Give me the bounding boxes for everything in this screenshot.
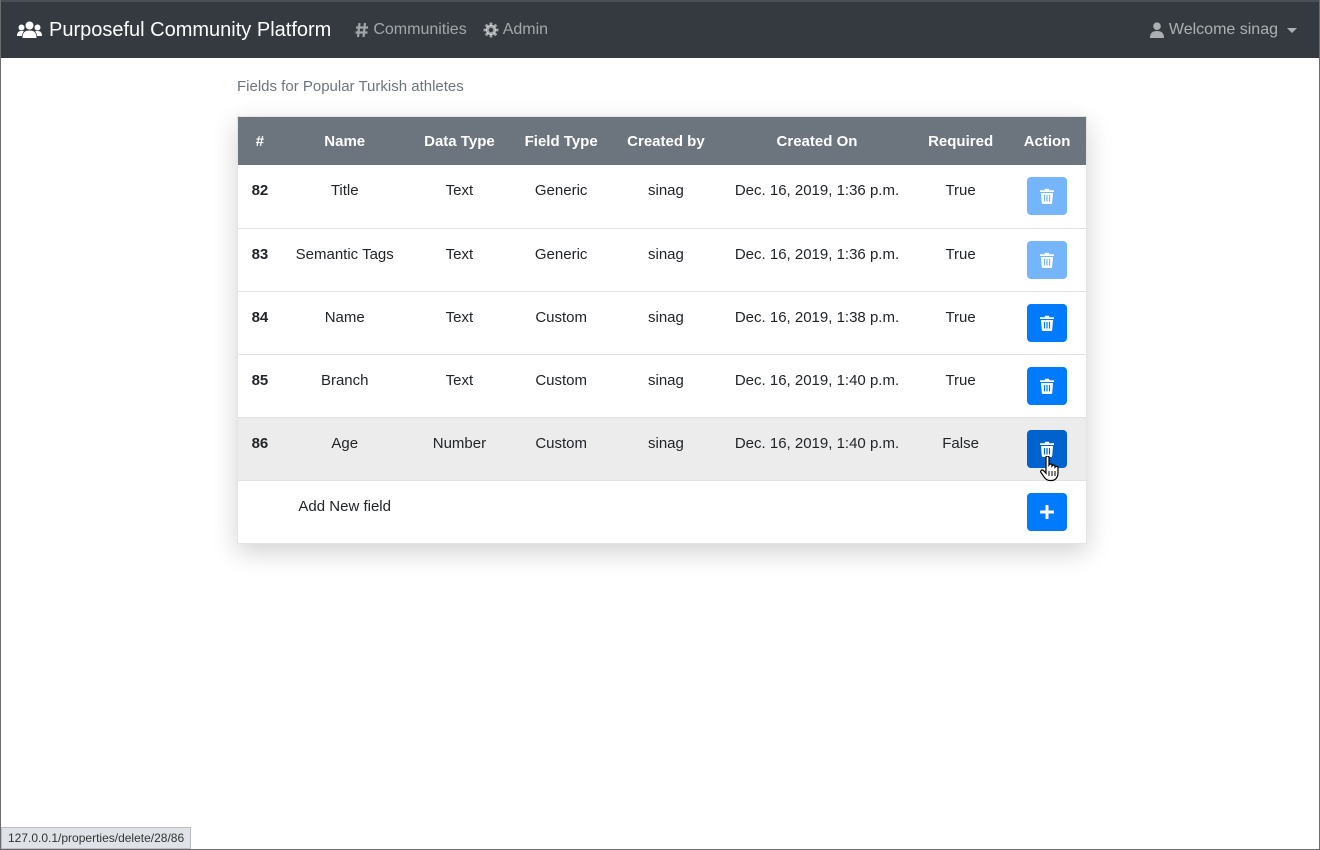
nav-admin-label: Admin <box>502 21 549 38</box>
row-name: Age <box>331 434 359 452</box>
table-row: 85 Branch Text Custom sinag Dec. 16, 201… <box>238 354 1086 417</box>
row-name: Semantic Tags <box>295 245 394 263</box>
row-action-cell <box>1008 291 1086 354</box>
add-row-filler <box>408 480 1009 543</box>
row-created-by: sinag <box>647 371 684 389</box>
add-field-row: Add New field <box>238 480 1086 543</box>
row-action-cell <box>1008 165 1086 228</box>
col-header-action: Action <box>1023 132 1071 150</box>
users-icon <box>17 21 42 38</box>
brand-link[interactable]: Purposeful Community Platform <box>17 19 331 42</box>
row-data-type: Text <box>445 308 474 326</box>
row-required: True <box>945 371 976 389</box>
row-data-type: Number <box>432 434 487 452</box>
col-header-field-type: Field Type <box>524 132 598 150</box>
chevron-down-icon <box>1287 27 1297 33</box>
row-required: True <box>945 245 976 263</box>
add-field-button[interactable] <box>1027 492 1068 531</box>
row-created-on: Dec. 16, 2019, 1:40 p.m. <box>734 371 900 389</box>
table-row: 83 Semantic Tags Text Generic sinag Dec.… <box>238 228 1086 291</box>
delete-field-button[interactable] <box>1027 177 1068 215</box>
row-created-by: sinag <box>647 245 684 263</box>
trash-icon <box>1040 188 1055 204</box>
row-action-cell <box>1008 354 1086 417</box>
row-name: Title <box>330 182 359 199</box>
delete-field-button[interactable] <box>1027 240 1068 279</box>
plus-icon <box>1040 504 1055 519</box>
nav-communities-label: Communities <box>373 21 467 38</box>
fields-table-card: # Name Data Type Field Type Created by C… <box>237 116 1087 544</box>
add-action-cell <box>1008 480 1086 543</box>
row-field-type: Custom <box>535 434 587 452</box>
user-menu-label: Welcome sinag <box>1168 21 1278 38</box>
row-action-cell <box>1008 228 1086 291</box>
row-required: False <box>942 434 979 452</box>
row-created-on: Dec. 16, 2019, 1:40 p.m. <box>734 434 900 452</box>
col-header-name: Name <box>324 132 366 150</box>
row-field-type: Custom <box>535 371 587 389</box>
gear-icon <box>483 22 499 38</box>
row-created-by: sinag <box>647 434 684 452</box>
col-header-created-on: Created On <box>776 132 858 150</box>
hand-pointer-cursor-icon <box>1040 456 1059 482</box>
row-id: 85 <box>251 371 269 389</box>
hashtag-icon <box>355 22 369 38</box>
fields-table: # Name Data Type Field Type Created by C… <box>238 117 1086 543</box>
col-header-data-type: Data Type <box>424 132 495 150</box>
row-required: True <box>945 308 976 326</box>
row-created-by: sinag <box>647 182 684 199</box>
trash-icon <box>1040 378 1055 394</box>
row-created-by: sinag <box>647 308 684 326</box>
nav-admin[interactable]: Admin <box>483 21 548 39</box>
row-created-on: Dec. 16, 2019, 1:38 p.m. <box>734 308 900 326</box>
table-row: 82 Title Text Generic sinag Dec. 16, 201… <box>238 165 1086 228</box>
row-id: 82 <box>251 182 269 199</box>
status-url: 127.0.0.1/properties/delete/28/86 <box>8 831 185 845</box>
add-field-label: Add New field <box>298 497 391 515</box>
row-created-on: Dec. 16, 2019, 1:36 p.m. <box>734 245 900 263</box>
row-field-type: Custom <box>535 308 587 326</box>
row-required: True <box>945 182 976 199</box>
row-field-type: Generic <box>534 182 588 199</box>
nav-communities[interactable]: Communities <box>355 21 467 39</box>
trash-icon <box>1040 252 1055 268</box>
delete-field-button[interactable] <box>1027 303 1068 342</box>
row-id: 86 <box>251 434 269 452</box>
row-data-type: Text <box>445 245 474 263</box>
row-name: Name <box>324 308 365 326</box>
trash-icon <box>1040 315 1055 331</box>
table-row: 86 Age Number Custom sinag Dec. 16, 2019… <box>238 417 1086 480</box>
brand-label: Purposeful Community Platform <box>49 18 332 41</box>
table-header-row: # Name Data Type Field Type Created by C… <box>238 117 1086 165</box>
user-menu-dropdown[interactable]: Welcome sinag <box>1149 21 1303 39</box>
user-icon <box>1149 22 1164 38</box>
page-subtitle: Fields for Popular Turkish athletes <box>237 78 464 95</box>
top-navbar: Purposeful Community Platform Communitie… <box>1 0 1319 58</box>
table-row: 84 Name Text Custom sinag Dec. 16, 2019,… <box>238 291 1086 354</box>
row-id: 84 <box>251 308 269 326</box>
row-data-type: Text <box>445 371 474 389</box>
col-header-created-by: Created by <box>627 132 705 150</box>
row-id: 83 <box>251 245 269 263</box>
trash-icon <box>1040 441 1055 457</box>
add-row-spacer <box>238 480 282 543</box>
delete-field-button[interactable] <box>1027 366 1068 405</box>
col-header-required: Required <box>928 132 994 150</box>
row-data-type: Text <box>445 182 474 199</box>
row-field-type: Generic <box>534 245 588 263</box>
browser-status-bar: 127.0.0.1/properties/delete/28/86 <box>1 827 192 849</box>
col-header-id: # <box>255 132 265 150</box>
row-created-on: Dec. 16, 2019, 1:36 p.m. <box>734 182 900 199</box>
row-name: Branch <box>320 371 369 389</box>
